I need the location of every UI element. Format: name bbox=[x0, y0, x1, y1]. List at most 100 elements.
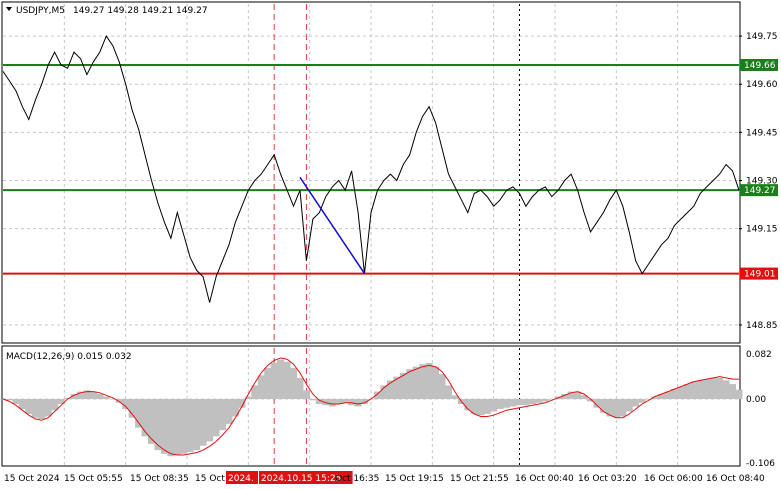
macd-histogram-bar bbox=[89, 391, 97, 400]
macd-histogram-bar bbox=[503, 399, 511, 408]
macd-histogram-bar bbox=[180, 399, 188, 454]
macd-histogram-bar bbox=[729, 384, 737, 400]
level-price-tag-label: 149.27 bbox=[744, 186, 776, 196]
macd-histogram-bar bbox=[206, 399, 214, 442]
price-tick-label: 149.15 bbox=[746, 225, 778, 235]
macd-histogram-bar bbox=[296, 377, 304, 400]
macd-histogram-bar bbox=[599, 399, 607, 413]
macd-histogram-bar bbox=[709, 377, 717, 400]
macd-histogram-bar bbox=[625, 399, 633, 412]
time-tick-label: 15 Oct 21:55 bbox=[450, 474, 509, 484]
macd-histogram-bar bbox=[677, 386, 685, 400]
macd-title-label: MACD(12,26,9) 0.015 0.032 bbox=[6, 352, 132, 362]
macd-histogram-bar bbox=[696, 380, 704, 400]
macd-histogram-bar bbox=[406, 369, 414, 400]
macd-histogram-bar bbox=[341, 399, 349, 403]
macd-tick-label: 0.082 bbox=[746, 350, 772, 360]
macd-histogram-bar bbox=[490, 399, 498, 412]
macd-tick-label: -0.106 bbox=[746, 459, 775, 469]
macd-histogram-bar bbox=[419, 364, 427, 400]
chart-symbol-label: USDJPY,M5 bbox=[16, 6, 65, 16]
time-tick-label: 15 Oct 2024 bbox=[4, 474, 60, 484]
macd-histogram-bar bbox=[186, 399, 194, 452]
macd-histogram-bar bbox=[328, 399, 336, 407]
macd-histogram-bar bbox=[432, 366, 440, 400]
macd-histogram-bar bbox=[18, 399, 26, 409]
time-highlight-label: 2024.10.15 15:25 bbox=[261, 474, 341, 484]
macd-histogram-bar bbox=[44, 399, 52, 417]
macd-histogram-bar bbox=[25, 399, 33, 414]
macd-histogram-bar bbox=[257, 375, 265, 400]
macd-histogram-bar bbox=[167, 399, 175, 457]
macd-histogram-bar bbox=[270, 362, 278, 400]
macd-histogram-bar bbox=[477, 399, 485, 416]
macd-histogram-bar bbox=[31, 399, 39, 418]
ohlc-values-label: 149.27 149.28 149.21 149.27 bbox=[73, 6, 208, 16]
macd-histogram-bar bbox=[444, 385, 452, 400]
time-tick-label: 15 Oct bbox=[195, 474, 225, 484]
macd-histogram-bar bbox=[290, 367, 298, 400]
macd-histogram-bar bbox=[735, 389, 743, 400]
macd-histogram-bar bbox=[619, 399, 627, 417]
macd-histogram-bar bbox=[373, 391, 381, 400]
macd-histogram-bar bbox=[541, 399, 549, 402]
macd-histogram-bar bbox=[12, 399, 20, 405]
macd-histogram-bar bbox=[612, 399, 620, 418]
chart-area[interactable]: 149.75149.60149.45149.30149.15148.85149.… bbox=[0, 0, 781, 489]
macd-histogram-bar bbox=[412, 366, 420, 400]
macd-histogram-bar bbox=[147, 399, 155, 444]
macd-histogram-bar bbox=[535, 399, 543, 403]
macd-histogram-bar bbox=[38, 399, 46, 419]
time-tick-label: 16 Oct 08:40 bbox=[706, 474, 765, 484]
time-tick-label: 16 Oct 00:40 bbox=[515, 474, 574, 484]
time-tick-label: 16 Oct 06:00 bbox=[644, 474, 703, 484]
macd-histogram-bar bbox=[483, 399, 491, 414]
macd-histogram-bar bbox=[219, 399, 227, 431]
macd-histogram-bar bbox=[225, 399, 233, 424]
macd-histogram-bar bbox=[193, 399, 201, 451]
price-tick-label: 149.60 bbox=[746, 80, 778, 90]
macd-histogram-bar bbox=[128, 399, 136, 418]
time-tick-label: 16 Oct 03:20 bbox=[578, 474, 637, 484]
macd-histogram-bar bbox=[496, 399, 504, 409]
macd-axis: 0.082 0.00 -0.106 bbox=[746, 350, 775, 469]
macd-histogram-bar bbox=[515, 399, 523, 406]
time-tick-label: 15 Oct 19:15 bbox=[385, 474, 444, 484]
macd-histogram-bar bbox=[438, 374, 446, 400]
macd-histogram-bar bbox=[96, 394, 104, 400]
macd-histogram-bar bbox=[212, 399, 220, 437]
time-tick-label: 15 Oct 05:55 bbox=[64, 474, 123, 484]
time-highlight-label: 2024. bbox=[228, 474, 254, 484]
macd-histogram-bar bbox=[425, 362, 433, 400]
macd-histogram-bar bbox=[690, 381, 698, 400]
level-price-tag-label: 149.66 bbox=[744, 61, 776, 71]
macd-histogram-bar bbox=[348, 399, 356, 406]
macd-histogram-bar bbox=[354, 399, 362, 407]
macd-histogram-bar bbox=[509, 399, 517, 407]
macd-histogram-bar bbox=[199, 399, 207, 446]
macd-histogram-bar bbox=[703, 379, 711, 400]
macd-histogram-bar bbox=[264, 367, 272, 400]
macd-histogram-bar bbox=[632, 399, 640, 407]
macd-histogram-bar bbox=[522, 399, 530, 406]
macd-tick-label: 0.00 bbox=[746, 395, 766, 405]
price-tick-label: 148.85 bbox=[746, 321, 778, 331]
macd-histogram-bar bbox=[528, 399, 536, 405]
macd-histogram-bar bbox=[683, 384, 691, 400]
macd-histogram-bar bbox=[277, 359, 285, 400]
macd-histogram-bar bbox=[716, 377, 724, 400]
time-tick-label: Oct 16:35 bbox=[335, 474, 379, 484]
price-axis: 149.75149.60149.45149.30149.15148.85149.… bbox=[739, 32, 778, 331]
macd-histogram-bar bbox=[160, 399, 168, 454]
macd-histogram-bar bbox=[102, 396, 110, 400]
macd-histogram-bar bbox=[302, 390, 310, 400]
macd-histogram-bar bbox=[309, 399, 317, 401]
price-tick-label: 149.75 bbox=[746, 32, 778, 42]
level-price-tag-label: 149.01 bbox=[744, 270, 776, 280]
macd-histogram-bar bbox=[283, 361, 291, 400]
macd-histogram-bar bbox=[173, 399, 181, 456]
macd-histogram-bar bbox=[722, 380, 730, 400]
time-tick-label: 15 Oct 08:35 bbox=[130, 474, 189, 484]
price-tick-label: 149.45 bbox=[746, 128, 778, 138]
time-axis: 15 Oct 2024 15 Oct 05:55 15 Oct 08:35 15 Oc… bbox=[4, 471, 765, 484]
